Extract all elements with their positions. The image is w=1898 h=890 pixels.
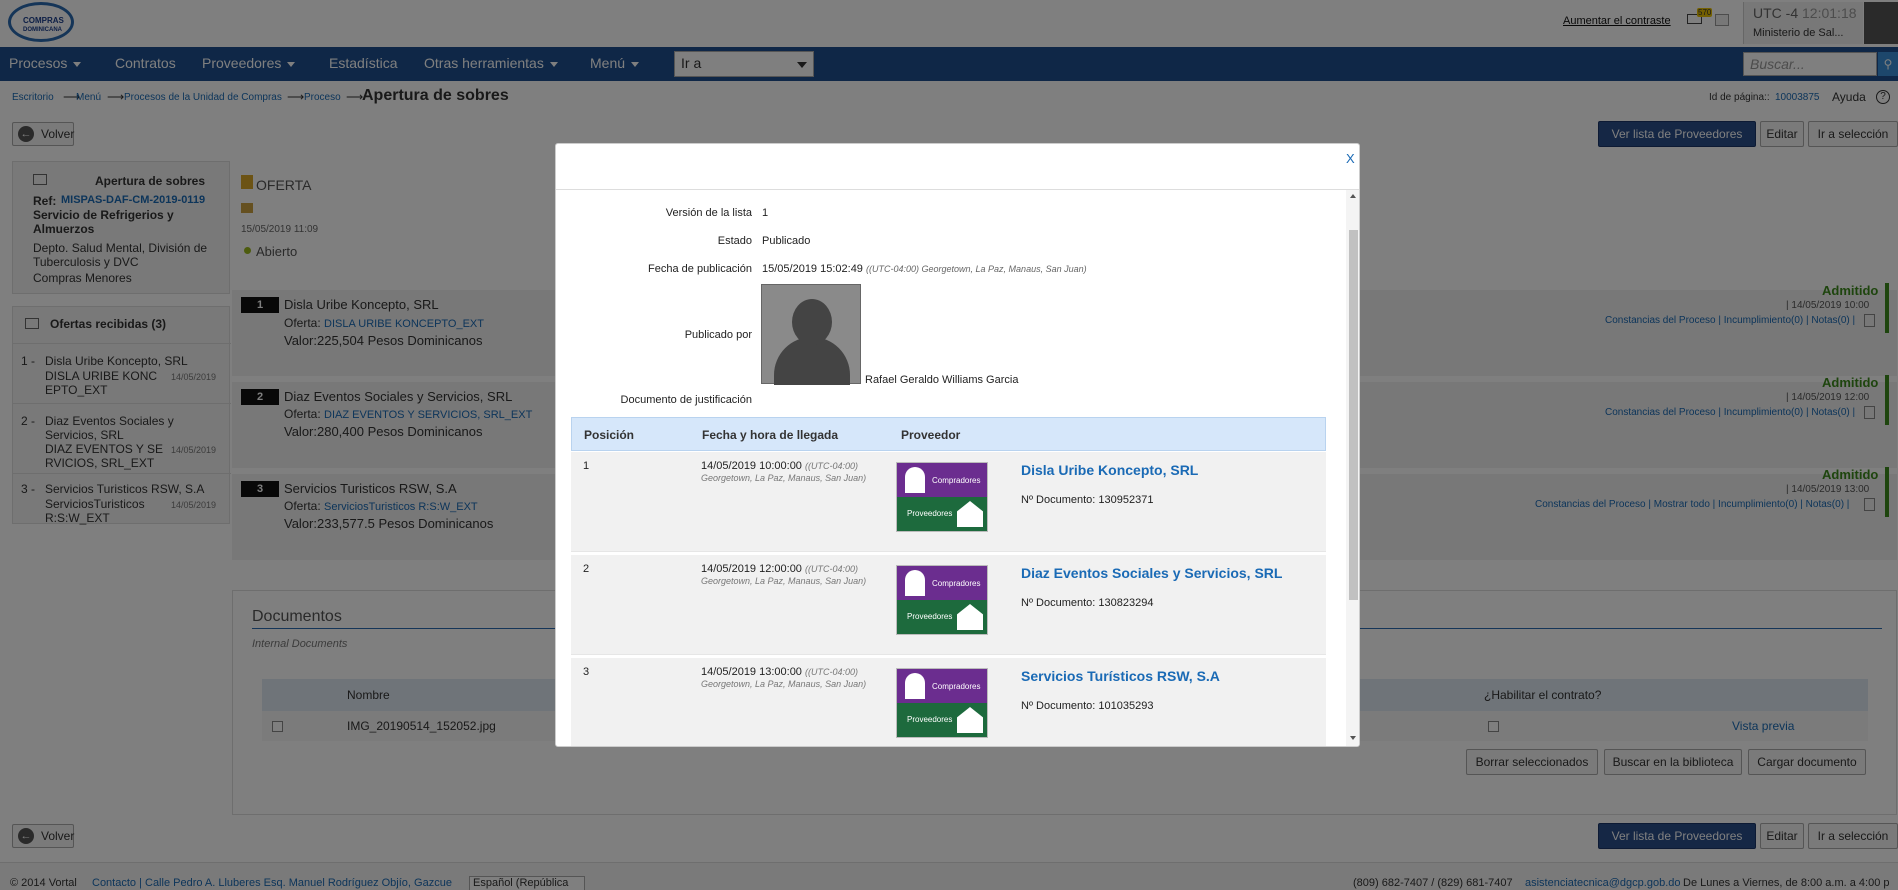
compradores-proveedores-badge: Compradores Proveedores — [896, 668, 988, 738]
arrival-datetime: 14/05/2019 10:00:00 — [701, 460, 802, 472]
badge-bottom-text: Proveedores — [907, 715, 953, 724]
arrival-tz: ((UTC-04:00) — [805, 564, 859, 574]
pubdate-timezone: ((UTC-04:00) Georgetown, La Paz, Manaus,… — [866, 264, 1087, 274]
row-position: 1 — [583, 460, 590, 472]
badge-top: Compradores — [897, 463, 987, 497]
pubdate-value: 15/05/2019 15:02:49 ((UTC-04:00) Georget… — [762, 263, 1087, 275]
version-label: Versión de la lista — [665, 207, 752, 219]
badge-bottom-text: Proveedores — [907, 509, 953, 518]
supplier-row: 2 14/05/2019 12:00:00 ((UTC-04:00) George… — [571, 555, 1326, 655]
scroll-thumb[interactable] — [1349, 230, 1358, 600]
house-icon — [957, 604, 983, 630]
arrival-city: Georgetown, La Paz, Manaus, San Juan) — [701, 679, 867, 689]
house-icon — [957, 707, 983, 733]
doc-label: Nº Documento: — [1021, 700, 1096, 712]
arrival-tz: ((UTC-04:00) — [805, 461, 859, 471]
supplier-document: Nº Documento: 101035293 — [1021, 700, 1153, 712]
supplier-name-link[interactable]: Servicios Turísticos RSW, S.A — [1021, 668, 1220, 684]
arrival-city: Georgetown, La Paz, Manaus, San Juan) — [701, 473, 867, 483]
arrival-datetime: 14/05/2019 12:00:00 — [701, 563, 802, 575]
col-position: Posición — [584, 428, 635, 442]
scroll-up-icon[interactable] — [1350, 194, 1356, 198]
supplier-name-link[interactable]: Diaz Eventos Sociales y Servicios, SRL — [1021, 565, 1282, 581]
supplier-row: 1 14/05/2019 10:00:00 ((UTC-04:00) George… — [571, 452, 1326, 552]
house-icon — [957, 501, 983, 527]
modal-divider — [556, 189, 1359, 190]
doc-label: Nº Documento: — [1021, 597, 1096, 609]
supplier-document: Nº Documento: 130823294 — [1021, 597, 1153, 609]
buyer-icon — [905, 467, 925, 493]
publisher-label: Publicado por — [684, 329, 752, 341]
badge-top-text: Compradores — [932, 476, 981, 485]
badge-top-text: Compradores — [932, 682, 981, 691]
badge-top-text: Compradores — [932, 579, 981, 588]
row-date: 14/05/2019 13:00:00 ((UTC-04:00) Georgeto… — [701, 666, 866, 690]
supplier-document: Nº Documento: 130952371 — [1021, 494, 1153, 506]
justification-label: Documento de justificación — [620, 394, 752, 406]
buyer-icon — [905, 570, 925, 596]
doc-number: 130823294 — [1098, 597, 1154, 609]
doc-label: Nº Documento: — [1021, 494, 1096, 506]
arrival-tz: ((UTC-04:00) — [805, 667, 859, 677]
doc-number: 101035293 — [1098, 700, 1154, 712]
badge-bottom: Proveedores — [897, 703, 987, 737]
compradores-proveedores-badge: Compradores Proveedores — [896, 565, 988, 635]
pubdate: 15/05/2019 15:02:49 — [762, 263, 863, 275]
pubdate-label: Fecha de publicación — [648, 263, 752, 275]
row-position: 2 — [583, 563, 590, 575]
arrival-city: Georgetown, La Paz, Manaus, San Juan) — [701, 576, 867, 586]
doc-number: 130952371 — [1098, 494, 1154, 506]
suppliers-table-header: Posición Fecha y hora de llegada Proveed… — [571, 417, 1326, 451]
badge-top: Compradores — [897, 566, 987, 600]
row-date: 14/05/2019 12:00:00 ((UTC-04:00) Georgeto… — [701, 563, 866, 587]
publisher-name: Rafael Geraldo Williams Garcia — [865, 374, 1019, 386]
state-label: Estado — [717, 235, 752, 247]
scroll-down-icon[interactable] — [1350, 736, 1356, 740]
supplier-row: 3 14/05/2019 13:00:00 ((UTC-04:00) George… — [571, 658, 1326, 746]
arrival-datetime: 14/05/2019 13:00:00 — [701, 666, 802, 678]
badge-top: Compradores — [897, 669, 987, 703]
publisher-photo — [761, 284, 861, 385]
supplier-name-link[interactable]: Disla Uribe Koncepto, SRL — [1021, 462, 1198, 478]
modal-scrollbar[interactable] — [1346, 190, 1359, 746]
close-icon[interactable]: X — [1346, 151, 1355, 166]
row-date: 14/05/2019 10:00:00 ((UTC-04:00) Georgeto… — [701, 460, 866, 484]
avatar-head — [792, 299, 832, 345]
col-arrival-date: Fecha y hora de llegada — [702, 428, 839, 442]
version-value: 1 — [762, 207, 769, 219]
compradores-proveedores-badge: Compradores Proveedores — [896, 462, 988, 532]
state-value: Publicado — [762, 235, 811, 247]
col-supplier: Proveedor — [901, 428, 961, 442]
supplier-list-modal: X Versión de la lista 1 Estado Publicado… — [555, 143, 1360, 747]
row-position: 3 — [583, 666, 590, 678]
badge-bottom: Proveedores — [897, 497, 987, 531]
badge-bottom: Proveedores — [897, 600, 987, 634]
badge-bottom-text: Proveedores — [907, 612, 953, 621]
buyer-icon — [905, 673, 925, 699]
